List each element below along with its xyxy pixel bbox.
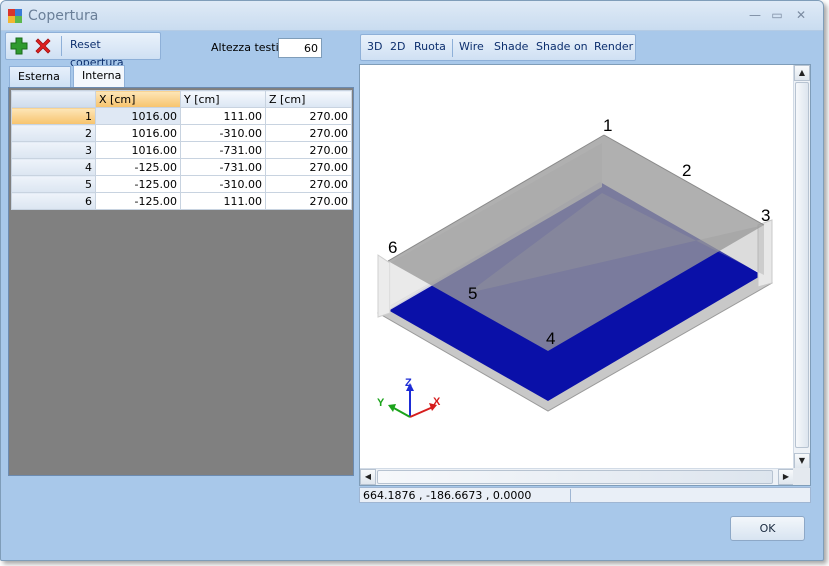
axis-triad-icon: Z X Y	[377, 377, 441, 418]
cell-z[interactable]: 270.00	[265, 107, 352, 125]
scroll-left-icon[interactable]: ◀	[360, 469, 376, 485]
shade-button[interactable]: Shade	[494, 40, 528, 53]
view-2d-button[interactable]: 2D	[390, 40, 405, 53]
horizontal-scrollbar[interactable]: ◀ ▶	[360, 468, 794, 485]
coordinates-grid-panel: X [cm] Y [cm] Z [cm] 1 1016.00 111.00 27…	[8, 87, 354, 476]
cell-x[interactable]: -125.00	[95, 175, 181, 193]
delete-icon[interactable]	[33, 36, 53, 56]
column-header-y[interactable]: Y [cm]	[180, 90, 266, 108]
row-number[interactable]: 3	[11, 141, 96, 159]
scroll-corner	[793, 468, 810, 485]
row-number[interactable]: 6	[11, 192, 96, 210]
cell-x[interactable]: -125.00	[95, 192, 181, 210]
cell-z[interactable]: 270.00	[265, 175, 352, 193]
point-label-2: 2	[682, 161, 691, 180]
coverage-toolbar: Reset copertura	[5, 32, 161, 69]
view-toolbar: 3D 2D Ruota Wire Shade Shade on Render	[360, 34, 636, 61]
scroll-up-icon[interactable]: ▲	[794, 65, 810, 81]
row-number[interactable]: 2	[11, 124, 96, 142]
status-separator	[570, 489, 571, 502]
table-row[interactable]: 1 1016.00 111.00 270.00	[11, 107, 352, 125]
cell-y[interactable]: -731.00	[180, 158, 266, 176]
render-button[interactable]: Render	[594, 40, 633, 53]
grid-corner[interactable]	[11, 90, 96, 108]
cell-y[interactable]: -310.00	[180, 124, 266, 142]
column-header-x[interactable]: X [cm]	[95, 90, 181, 108]
title-bar[interactable]: Copertura — ▭ ✕	[1, 1, 823, 31]
axis-y-label: Y	[377, 397, 385, 409]
view-toolbar-separator	[452, 39, 453, 57]
reset-copertura-button[interactable]: Reset copertura	[64, 36, 160, 69]
minimize-icon[interactable]: —	[746, 7, 764, 23]
left-wall	[377, 254, 391, 318]
vertical-scroll-thumb[interactable]	[795, 82, 809, 448]
close-icon[interactable]: ✕	[792, 7, 810, 23]
row-number[interactable]: 5	[11, 175, 96, 193]
cell-z[interactable]: 270.00	[265, 141, 352, 159]
point-label-4: 4	[546, 329, 555, 348]
scroll-right-icon[interactable]: ▶	[778, 469, 794, 485]
cell-z[interactable]: 270.00	[265, 124, 352, 142]
cell-y[interactable]: -731.00	[180, 141, 266, 159]
table-row[interactable]: 2 1016.00 -310.00 270.00	[11, 124, 352, 142]
point-label-6: 6	[388, 238, 397, 257]
table-row[interactable]: 4 -125.00 -731.00 270.00	[11, 158, 352, 176]
ruota-button[interactable]: Ruota	[414, 40, 446, 53]
axis-z-label: Z	[405, 377, 412, 389]
cell-x[interactable]: 1016.00	[95, 124, 181, 142]
point-label-5: 5	[468, 284, 477, 303]
tab-esterna[interactable]: Esterna	[9, 66, 71, 88]
point-label-1: 1	[603, 116, 612, 135]
horizontal-scroll-thumb[interactable]	[377, 470, 773, 484]
copertura-window: Copertura — ▭ ✕ Reset copertura Altezza …	[0, 0, 824, 561]
maximize-icon[interactable]: ▭	[768, 7, 786, 23]
cell-y[interactable]: -310.00	[180, 175, 266, 193]
altezza-testi-label: Altezza testi	[211, 41, 279, 54]
view-3d-button[interactable]: 3D	[367, 40, 382, 53]
axis-x-label: X	[433, 396, 441, 408]
point-label-3: 3	[761, 206, 770, 225]
cell-z[interactable]: 270.00	[265, 192, 352, 210]
3d-viewport[interactable]: 1 2 3 4 5 6 Z X Y ▲ ▼ ◀ ▶	[359, 64, 811, 486]
toolbar-separator	[61, 36, 62, 56]
cell-x[interactable]: 1016.00	[95, 107, 181, 125]
add-icon[interactable]	[9, 36, 29, 56]
shade-on-button[interactable]: Shade on	[536, 40, 588, 53]
row-number[interactable]: 4	[11, 158, 96, 176]
table-row[interactable]: 5 -125.00 -310.00 270.00	[11, 175, 352, 193]
table-row[interactable]: 3 1016.00 -731.00 270.00	[11, 141, 352, 159]
window-title: Copertura	[28, 8, 99, 24]
vertical-scrollbar[interactable]: ▲ ▼	[793, 65, 810, 469]
cursor-coordinates: 664.1876 , -186.6673 , 0.0000	[363, 489, 532, 502]
cell-x[interactable]: -125.00	[95, 158, 181, 176]
cell-x[interactable]: 1016.00	[95, 141, 181, 159]
ok-button[interactable]: OK	[730, 516, 805, 541]
coordinates-grid: X [cm] Y [cm] Z [cm] 1 1016.00 111.00 27…	[11, 90, 352, 210]
app-icon	[8, 9, 22, 23]
cell-z[interactable]: 270.00	[265, 158, 352, 176]
column-header-z[interactable]: Z [cm]	[265, 90, 352, 108]
cell-y[interactable]: 111.00	[180, 192, 266, 210]
wire-button[interactable]: Wire	[459, 40, 484, 53]
scroll-down-icon[interactable]: ▼	[794, 453, 810, 469]
roof-3d-scene[interactable]: 1 2 3 4 5 6 Z X Y	[360, 65, 794, 469]
row-number[interactable]: 1	[11, 107, 96, 125]
table-row[interactable]: 6 -125.00 111.00 270.00	[11, 192, 352, 210]
cell-y[interactable]: 111.00	[180, 107, 266, 125]
tab-interna[interactable]: Interna	[73, 65, 125, 89]
altezza-testi-input[interactable]	[278, 38, 322, 58]
status-bar: 664.1876 , -186.6673 , 0.0000	[359, 487, 811, 503]
